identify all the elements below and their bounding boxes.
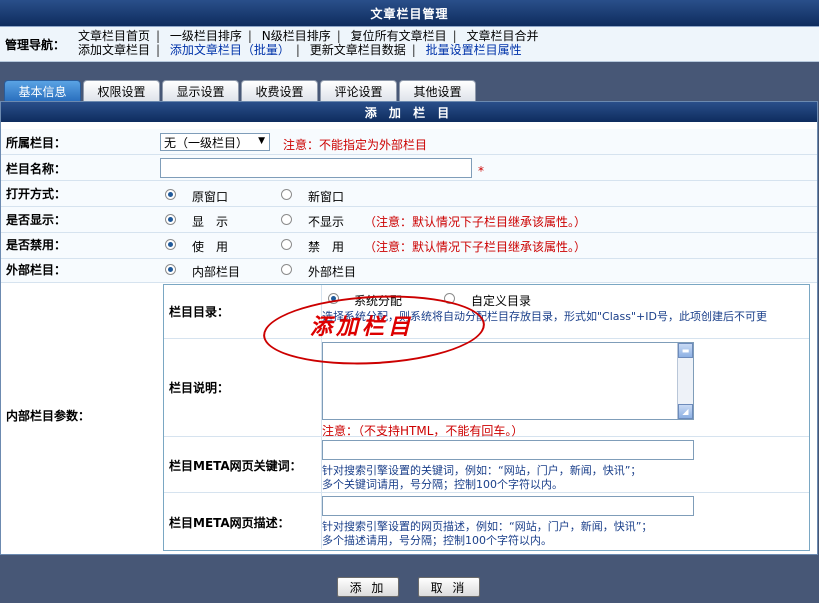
meta-description-input[interactable]	[322, 496, 694, 516]
meta-keywords-hint-2: 多个关键词请用，号分隔；控制100个字符以内。	[322, 478, 563, 491]
tab-permissions[interactable]: 权限设置	[83, 80, 160, 101]
tab-comments[interactable]: 评论设置	[320, 80, 397, 101]
nav-row-2: 添加文章栏目 | 添加文章栏目（批量） | 更新文章栏目数据 | 批量设置栏目属性	[78, 43, 522, 57]
meta-description-hint-2: 多个描述请用，号分隔；控制100个字符以内。	[322, 534, 552, 547]
nav-link-update-column-data[interactable]: 更新文章栏目数据	[310, 43, 406, 57]
external-internal-label: 内部栏目	[192, 265, 241, 279]
open-mode-label: 打开方式：	[6, 187, 67, 201]
visible-hide-radio[interactable]	[281, 214, 292, 225]
internal-params-label: 内部栏目参数：	[6, 409, 91, 423]
visible-note: （注意：默认情况下子栏目继承该属性。）	[364, 215, 587, 229]
internal-params-table: 栏目目录： 系统分配 自定义目录 选择系统分配，则系统将自动分配栏目存放目录，形…	[163, 284, 810, 551]
disabled-use-label: 使 用	[192, 240, 229, 254]
parent-column-select[interactable]: 无（一级栏目） ▼	[160, 133, 270, 151]
visible-show-label: 显 示	[192, 215, 229, 229]
parent-column-note: 注意：不能指定为外部栏目	[283, 138, 428, 152]
parent-column-value: 无（一级栏目）	[164, 135, 249, 150]
external-external-radio[interactable]	[281, 264, 292, 275]
nav-link-add-column[interactable]: 添加文章栏目	[78, 43, 150, 57]
scroll-up-icon[interactable]: ▬	[678, 343, 693, 358]
management-nav: 管理导航： 文章栏目首页 | 一级栏目排序 | N级栏目排序 | 复位所有文章栏目 | …	[0, 27, 819, 62]
disabled-note: （注意：默认情况下子栏目继承该属性。）	[364, 240, 587, 254]
tab-display[interactable]: 显示设置	[162, 80, 239, 101]
column-desc-label: 栏目说明：	[169, 381, 230, 395]
open-mode-new-window-radio[interactable]	[281, 189, 292, 200]
row-column-name: 栏目名称： *	[1, 155, 817, 181]
textarea-scrollbar[interactable]: ▬ ◢	[677, 343, 693, 419]
open-mode-new-window-label: 新窗口	[308, 190, 345, 204]
add-button[interactable]: 添 加	[337, 577, 399, 597]
visible-label: 是否显示：	[6, 213, 67, 227]
row-column-desc: 栏目说明： ▬ ◢ 注意：（不支持HTML，不能有回车。）	[164, 339, 809, 438]
visible-hide-label: 不显示	[308, 215, 345, 229]
chevron-down-icon: ▼	[258, 136, 265, 146]
parent-column-label: 所属栏目：	[6, 136, 67, 150]
disabled-disable-label: 禁 用	[308, 240, 345, 254]
page-title-bar: 文章栏目管理	[0, 0, 819, 27]
column-name-input[interactable]	[160, 158, 472, 178]
visible-show-radio[interactable]	[165, 214, 176, 225]
panel-title: 添 加 栏 目	[1, 102, 817, 122]
row-visible: 是否显示： 显 示 不显示 （注意：默认情况下子栏目继承该属性。）	[1, 207, 817, 233]
nav-link-batch-attributes[interactable]: 批量设置栏目属性	[426, 43, 522, 57]
row-external: 外部栏目： 内部栏目 外部栏目	[1, 259, 817, 283]
row-open-mode: 打开方式： 原窗口 新窗口	[1, 181, 817, 207]
meta-keywords-label: 栏目META网页关键词：	[169, 459, 302, 473]
column-name-label: 栏目名称：	[6, 162, 67, 176]
page-title: 文章栏目管理	[370, 6, 449, 21]
required-mark: *	[478, 164, 484, 178]
row-column-dir: 栏目目录： 系统分配 自定义目录 选择系统分配，则系统将自动分配栏目存放目录，形…	[164, 285, 809, 339]
row-disabled: 是否禁用： 使 用 禁 用 （注意：默认情况下子栏目继承该属性。）	[1, 233, 817, 259]
open-mode-same-window-radio[interactable]	[165, 189, 176, 200]
row-meta-description: 栏目META网页描述： 针对搜索引擎设置的网页描述，例如：“网站，门户，新闻，快…	[164, 493, 809, 549]
disabled-label: 是否禁用：	[6, 238, 67, 252]
cancel-button[interactable]: 取 消	[418, 577, 480, 597]
meta-description-label: 栏目META网页描述：	[169, 516, 290, 530]
external-external-label: 外部栏目	[308, 265, 357, 279]
nav-link-add-column-batch[interactable]: 添加文章栏目（批量）	[170, 43, 290, 57]
row-meta-keywords: 栏目META网页关键词： 针对搜索引擎设置的关键词，例如：“网站，门户，新闻，快…	[164, 437, 809, 493]
external-internal-radio[interactable]	[165, 264, 176, 275]
scroll-down-icon[interactable]: ◢	[678, 404, 693, 419]
open-mode-same-window-label: 原窗口	[192, 190, 229, 204]
external-label: 外部栏目：	[6, 263, 67, 277]
meta-keywords-input[interactable]	[322, 440, 694, 460]
column-dir-label: 栏目目录：	[169, 305, 230, 319]
row-parent-column: 所属栏目： 无（一级栏目） ▼ 注意：不能指定为外部栏目	[1, 129, 817, 155]
tab-basic-info[interactable]: 基本信息	[4, 80, 81, 101]
tab-other[interactable]: 其他设置	[399, 80, 476, 101]
annotation-text: 添加栏目	[310, 314, 415, 340]
nav-label: 管理导航：	[5, 38, 66, 52]
disabled-disable-radio[interactable]	[281, 239, 292, 250]
tab-charges[interactable]: 收费设置	[241, 80, 318, 101]
disabled-use-radio[interactable]	[165, 239, 176, 250]
dir-custom-label: 自定义目录	[471, 294, 532, 308]
